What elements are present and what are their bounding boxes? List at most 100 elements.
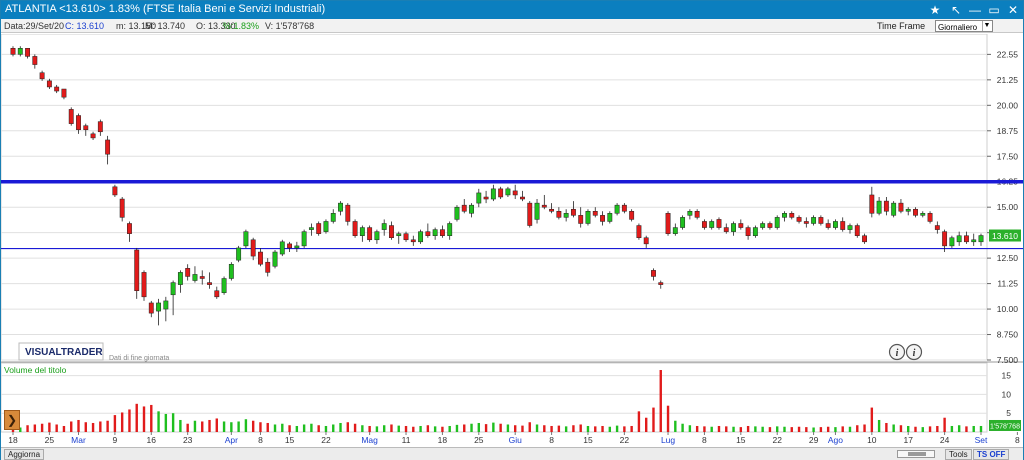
volume-bar: [150, 404, 153, 432]
candle-down: [46, 80, 52, 88]
candle-up: [156, 302, 161, 312]
time-tick-label: 24: [940, 435, 950, 445]
candle-down: [90, 133, 96, 139]
candle-down: [68, 109, 74, 124]
time-tick-label: Set: [975, 435, 988, 445]
volume-bar: [419, 425, 422, 432]
candle-up: [338, 202, 343, 212]
candle-up: [476, 192, 482, 204]
time-tick-label: 23: [183, 435, 193, 445]
candle-down: [25, 48, 30, 57]
candle-down: [738, 223, 744, 228]
candle-down: [578, 215, 584, 224]
time-scrollbar[interactable]: [897, 450, 935, 458]
candle-down: [316, 223, 322, 234]
candle-down: [520, 196, 525, 200]
volume-bar: [477, 422, 481, 432]
volume-bar: [426, 425, 430, 432]
time-tick-label: Lug: [661, 435, 675, 445]
maximize-button[interactable]: ▭: [986, 2, 1002, 18]
detach-arrow-icon[interactable]: ↖: [948, 2, 964, 18]
bottom-bar: Aggiorna Tools TS OFF: [1, 447, 1023, 460]
timeframe-select[interactable]: Giornaliero ▼: [935, 20, 993, 32]
volume-bar: [142, 406, 146, 432]
time-tick-label: Apr: [225, 435, 238, 445]
volume-bar: [645, 417, 648, 432]
volume-bar: [106, 420, 109, 432]
candle-up: [432, 229, 438, 236]
candle-up: [330, 213, 336, 222]
volume-bar: [856, 425, 859, 432]
volume-bar: [273, 424, 277, 432]
candle-up: [585, 211, 591, 224]
info-volume: V: 1'578'768: [265, 21, 315, 31]
volume-bar: [863, 424, 866, 432]
time-tick-label: 8: [549, 435, 554, 445]
volume-bar: [492, 422, 495, 432]
candle-down: [265, 261, 271, 273]
volume-bar: [601, 425, 604, 432]
volume-bar: [776, 426, 779, 432]
candle-down: [869, 194, 875, 214]
chart-window: ATLANTIA <13.610> 1.83% (FTSE Italia Ben…: [0, 0, 1024, 460]
minimize-button[interactable]: —: [967, 2, 983, 18]
expand-panel-button[interactable]: ❯: [4, 410, 20, 430]
volume-bar: [244, 419, 248, 432]
volume-bar: [950, 425, 954, 432]
candle-down: [185, 268, 191, 277]
time-tick-label: 17: [903, 435, 913, 445]
candle-down: [498, 188, 504, 198]
volume-bar: [339, 422, 342, 432]
tools-button[interactable]: Tools: [945, 449, 972, 460]
candle-up: [949, 237, 955, 247]
volume-tick-label: 10: [1002, 389, 1012, 399]
candle-down: [643, 237, 649, 245]
candle-up: [221, 278, 227, 294]
info-close: C: 13.610: [65, 21, 105, 31]
volume-bar: [652, 407, 655, 432]
candle-up: [847, 225, 853, 230]
candle-down: [119, 198, 125, 218]
volume-bar: [237, 421, 240, 432]
candle-down: [32, 56, 38, 65]
volume-bar: [666, 405, 670, 432]
candle-down: [840, 221, 846, 230]
timeframe-value: Giornaliero: [938, 23, 978, 32]
volume-bar: [281, 423, 284, 432]
volume-bar: [725, 426, 728, 432]
volume-bar: [739, 427, 743, 432]
volume-bar: [310, 423, 313, 432]
title-bar: ATLANTIA <13.610> 1.83% (FTSE Italia Ben…: [1, 1, 1023, 19]
candle-up: [279, 241, 285, 255]
last-volume-label: 1'578'768: [990, 423, 1020, 430]
volume-bar: [594, 426, 597, 432]
candle-down: [745, 227, 751, 236]
scroll-thumb[interactable]: [908, 452, 926, 456]
volume-bar: [179, 419, 182, 432]
time-tick-label: 25: [474, 435, 484, 445]
volume-bar: [259, 422, 262, 432]
volume-bar: [564, 426, 568, 432]
refresh-button[interactable]: Aggiorna: [4, 449, 45, 460]
price-chart[interactable]: 22.5521.2520.0018.7517.5016.2515.0013.75…: [1, 34, 1023, 447]
ts-toggle-button[interactable]: TS OFF: [973, 449, 1010, 460]
volume-bar: [630, 425, 633, 432]
candle-down: [854, 225, 860, 236]
volume-bar: [55, 424, 58, 432]
volume-bar: [499, 423, 502, 432]
time-tick-label: 18: [438, 435, 448, 445]
volume-bar: [965, 426, 968, 432]
close-button[interactable]: ✕: [1005, 2, 1021, 18]
volume-bar: [128, 409, 131, 432]
candle-down: [54, 86, 60, 92]
candle-up: [876, 200, 882, 214]
candle-up: [760, 223, 766, 228]
candle-up: [607, 213, 613, 222]
volume-bar: [557, 425, 561, 432]
candle-up: [396, 233, 402, 236]
volume-bar: [375, 426, 379, 432]
candle-down: [541, 204, 547, 208]
candle-down: [127, 223, 132, 234]
candle-up: [243, 231, 249, 247]
favorite-star-icon[interactable]: ★: [927, 2, 943, 18]
